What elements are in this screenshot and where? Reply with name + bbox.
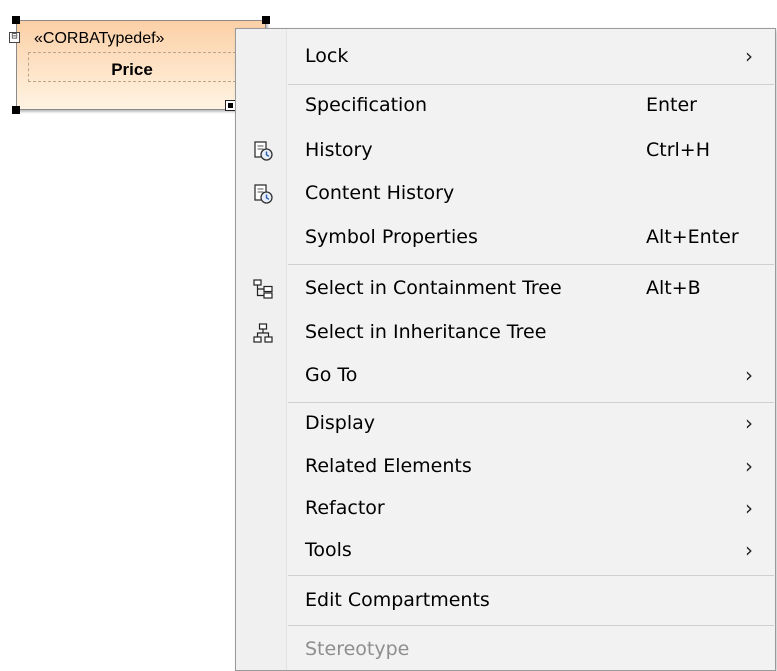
menu-item-tools[interactable]: Tools ›	[236, 531, 775, 571]
menu-item-lock[interactable]: Lock ›	[236, 37, 775, 77]
menu-item-label: Related Elements	[305, 455, 472, 477]
menu-separator	[288, 402, 774, 403]
menu-item-shortcut: Ctrl+H	[646, 139, 711, 161]
menu-item-label: Content History	[305, 182, 455, 204]
menu-item-label: Display	[305, 412, 376, 434]
menu-separator	[288, 625, 774, 626]
menu-item-label: Stereotype	[305, 638, 410, 660]
diagram-canvas[interactable]: ⊟ «CORBATypedef» Price Lock › Specificat…	[0, 0, 777, 671]
content-history-icon	[254, 184, 273, 204]
menu-item-related-elements[interactable]: Related Elements ›	[236, 447, 775, 487]
inheritance-tree-icon	[253, 323, 273, 343]
menu-item-stereotype: Stereotype	[236, 630, 775, 670]
menu-item-label: Edit Compartments	[305, 589, 490, 611]
menu-item-shortcut: Enter	[646, 94, 697, 116]
menu-item-label: Tools	[305, 539, 352, 561]
menu-item-shortcut: Alt+B	[646, 277, 701, 299]
chevron-right-icon: ›	[745, 363, 753, 387]
menu-item-label: Go To	[305, 364, 358, 386]
element-name-label[interactable]: Price	[28, 60, 236, 80]
menu-separator	[288, 84, 774, 85]
menu-item-label: Select in Containment Tree	[305, 277, 562, 299]
menu-item-symbol-properties[interactable]: Symbol Properties Alt+Enter	[236, 218, 775, 258]
chevron-right-icon: ›	[745, 44, 753, 68]
menu-item-label: Lock	[305, 45, 349, 67]
menu-separator	[288, 575, 774, 576]
menu-item-label: Refactor	[305, 497, 385, 519]
menu-item-content-history[interactable]: Content History	[236, 174, 775, 214]
selection-handle-bottom-left[interactable]	[12, 106, 20, 114]
menu-item-history[interactable]: History Ctrl+H	[236, 131, 775, 171]
menu-item-label: Select in Inheritance Tree	[305, 321, 547, 343]
history-icon	[254, 141, 273, 161]
menu-item-go-to[interactable]: Go To ›	[236, 356, 775, 396]
menu-item-display[interactable]: Display ›	[236, 404, 775, 444]
menu-item-edit-compartments[interactable]: Edit Compartments	[236, 581, 775, 621]
menu-item-label: History	[305, 139, 373, 161]
element-stereotype-label: «CORBATypedef»	[34, 30, 165, 47]
menu-item-refactor[interactable]: Refactor ›	[236, 489, 775, 529]
selection-handle-top-right[interactable]	[262, 16, 270, 24]
menu-item-label: Specification	[305, 94, 427, 116]
chevron-right-icon: ›	[745, 538, 753, 562]
chevron-right-icon: ›	[745, 496, 753, 520]
collapse-toggle-icon[interactable]: ⊟	[9, 32, 20, 43]
menu-separator	[288, 264, 774, 265]
menu-item-select-inheritance-tree[interactable]: Select in Inheritance Tree	[236, 313, 775, 353]
selection-handle-top-left[interactable]	[12, 16, 20, 24]
menu-item-shortcut: Alt+Enter	[646, 226, 739, 248]
chevron-right-icon: ›	[745, 411, 753, 435]
containment-tree-icon	[253, 279, 273, 299]
menu-item-select-containment-tree[interactable]: Select in Containment Tree Alt+B	[236, 269, 775, 309]
menu-item-label: Symbol Properties	[305, 226, 478, 248]
chevron-right-icon: ›	[745, 454, 753, 478]
context-menu: Lock › Specification Enter History Ctrl+…	[235, 28, 776, 671]
menu-item-specification[interactable]: Specification Enter	[236, 86, 775, 126]
